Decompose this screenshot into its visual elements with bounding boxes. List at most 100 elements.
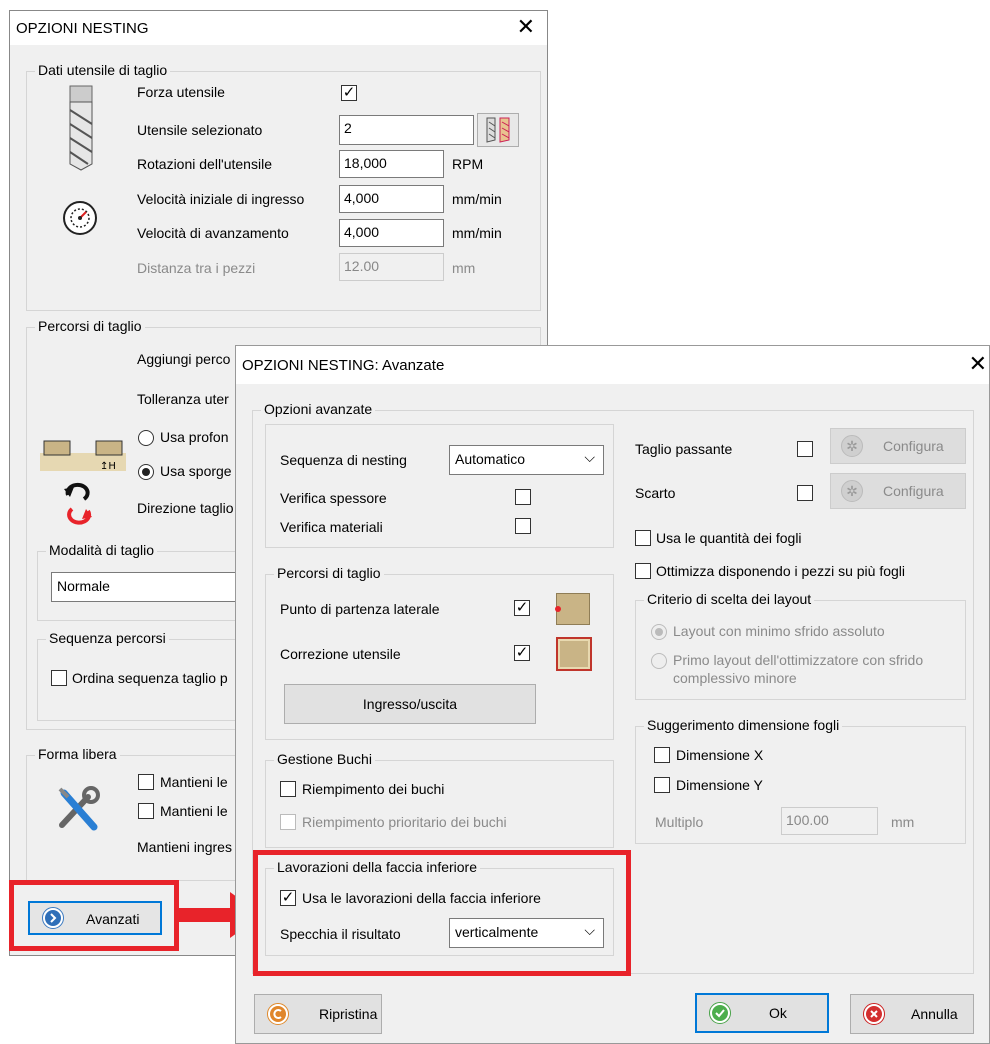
keep-entry-label: Mantieni ingres <box>137 839 232 855</box>
lateral-start-swatch[interactable] <box>555 593 590 625</box>
holes-group: Gestione Buchi <box>265 751 614 848</box>
gear-icon: ✲ <box>841 480 863 502</box>
tool-picker-icon <box>486 117 510 143</box>
multiple-unit: mm <box>891 814 915 830</box>
feed-speed-unit: mm/min <box>452 225 502 241</box>
dim-x-label: Dimensione X <box>676 747 764 763</box>
speed-gauge-icon <box>63 201 97 235</box>
through-cut-checkbox[interactable] <box>797 441 813 457</box>
use-overhang-radio[interactable] <box>138 464 154 480</box>
scrap-checkbox[interactable] <box>797 485 813 501</box>
reset-button-label: Ripristina <box>319 1006 378 1022</box>
scrap-configure-label: Configura <box>883 483 944 499</box>
scrap-configure-button: ✲ Configura <box>830 473 966 509</box>
cancel-x-icon <box>863 1003 885 1025</box>
sheet-qty-checkbox[interactable] <box>635 530 651 546</box>
sheet-size-group-label: Suggerimento dimensione fogli <box>644 717 843 733</box>
verify-thickness-label: Verifica spessore <box>280 490 387 506</box>
main-close-icon[interactable]: ✕ <box>517 15 535 39</box>
multiple-input: 100.00 <box>781 807 878 835</box>
dim-y-label: Dimensione Y <box>676 777 763 793</box>
priority-fill-checkbox <box>280 814 296 830</box>
advanced-title: OPZIONI NESTING: Avanzate <box>242 357 445 374</box>
cut-direction-label: Direzione taglio <box>137 500 234 516</box>
reset-button[interactable]: Ripristina <box>254 994 382 1034</box>
advanced-titlebar: OPZIONI NESTING: Avanzate ✕ <box>236 346 989 384</box>
entry-exit-button[interactable]: Ingresso/uscita <box>284 684 536 724</box>
gear-icon: ✲ <box>841 435 863 457</box>
keep-option1-label: Mantieni le <box>160 774 228 790</box>
entry-speed-unit: mm/min <box>452 191 502 207</box>
cut-direction-icon <box>64 482 92 525</box>
tool-picker-button[interactable] <box>477 113 519 147</box>
advanced-highlight-box <box>9 880 179 951</box>
verify-materials-checkbox[interactable] <box>515 518 531 534</box>
keep-option2-checkbox[interactable] <box>138 803 154 819</box>
dim-y-checkbox[interactable] <box>654 777 670 793</box>
first-layout-radio <box>651 653 667 669</box>
tool-correction-label: Correzione utensile <box>280 646 401 662</box>
through-cut-configure-button: ✲ Configura <box>830 428 966 464</box>
force-tool-checkbox[interactable]: ✓ <box>341 85 357 101</box>
tolerance-label: Tolleranza uter <box>137 391 229 407</box>
entry-speed-input[interactable]: 4,000 <box>339 185 444 213</box>
use-depth-radio[interactable] <box>138 430 154 446</box>
free-form-group-label: Forma libera <box>35 746 120 762</box>
rotation-input[interactable]: 18,000 <box>339 150 444 178</box>
entry-speed-label: Velocità iniziale di ingresso <box>137 191 305 207</box>
ok-button[interactable]: Ok <box>695 993 829 1033</box>
piece-distance-input: 12.00 <box>339 253 444 281</box>
reset-icon <box>267 1003 289 1025</box>
ok-button-label: Ok <box>769 1005 787 1021</box>
tool-correction-checkbox[interactable]: ✓ <box>514 645 530 661</box>
priority-fill-label: Riempimento prioritario dei buchi <box>302 814 507 830</box>
force-tool-label: Forza utensile <box>137 84 225 100</box>
use-overhang-label: Usa sporge <box>160 463 232 479</box>
feed-speed-label: Velocità di avanzamento <box>137 225 289 241</box>
rotation-unit: RPM <box>452 156 484 172</box>
through-cut-configure-label: Configura <box>883 438 944 454</box>
lateral-start-label: Punto di partenza laterale <box>280 601 440 617</box>
entry-exit-button-label: Ingresso/uscita <box>362 696 458 712</box>
rotation-label: Rotazioni dell'utensile <box>137 156 272 172</box>
multiple-label: Multiplo <box>655 814 704 830</box>
depth-diagram-icon: ↥H <box>40 440 126 472</box>
bottom-face-highlight-box <box>253 850 631 976</box>
nesting-sequence-label: Sequenza di nesting <box>280 452 407 468</box>
tool-data-group-label: Dati utensile di taglio <box>35 62 171 78</box>
selected-tool-label: Utensile selezionato <box>137 122 263 138</box>
nesting-sequence-select[interactable]: Automatico ⌵ <box>449 445 604 475</box>
svg-text:↥H: ↥H <box>100 461 116 472</box>
check-icon <box>709 1002 731 1024</box>
min-scrap-radio <box>651 624 667 640</box>
cancel-button-label: Annulla <box>911 1006 958 1022</box>
use-depth-label: Usa profon <box>160 429 229 445</box>
cut-mode-group-label: Modalità di taglio <box>46 542 158 558</box>
cutter-tool-icon <box>69 85 93 171</box>
tool-correction-swatch[interactable] <box>556 637 592 671</box>
piece-distance-label: Distanza tra i pezzi <box>137 260 256 276</box>
tools-wrench-icon <box>58 786 100 831</box>
add-path-label: Aggiungi perco <box>137 351 231 367</box>
dim-x-checkbox[interactable] <box>654 747 670 763</box>
path-sequence-group-label: Sequenza percorsi <box>46 630 169 646</box>
first-layout-label-line2: complessivo minore <box>673 670 797 686</box>
through-cut-label: Taglio passante <box>635 441 733 457</box>
order-sequence-checkbox[interactable] <box>51 670 67 686</box>
fill-holes-checkbox[interactable] <box>280 781 296 797</box>
main-titlebar: OPZIONI NESTING ✕ <box>10 11 547 45</box>
first-layout-label-line1: Primo layout dell'ottimizzatore con sfri… <box>673 652 924 668</box>
lateral-start-checkbox[interactable]: ✓ <box>514 600 530 616</box>
advanced-close-icon[interactable]: ✕ <box>969 352 987 376</box>
verify-thickness-checkbox[interactable] <box>515 489 531 505</box>
main-paths-group-label: Percorsi di taglio <box>35 318 145 334</box>
layout-criteria-group-label: Criterio di scelta dei layout <box>644 591 815 607</box>
optimize-multi-checkbox[interactable] <box>635 563 651 579</box>
min-scrap-label: Layout con minimo sfrido assoluto <box>673 623 885 639</box>
cancel-button[interactable]: Annulla <box>850 994 974 1034</box>
selected-tool-input[interactable]: 2 <box>339 115 474 145</box>
feed-speed-input[interactable]: 4,000 <box>339 219 444 247</box>
holes-group-label: Gestione Buchi <box>274 751 375 767</box>
keep-option1-checkbox[interactable] <box>138 774 154 790</box>
main-title: OPZIONI NESTING <box>16 20 149 37</box>
